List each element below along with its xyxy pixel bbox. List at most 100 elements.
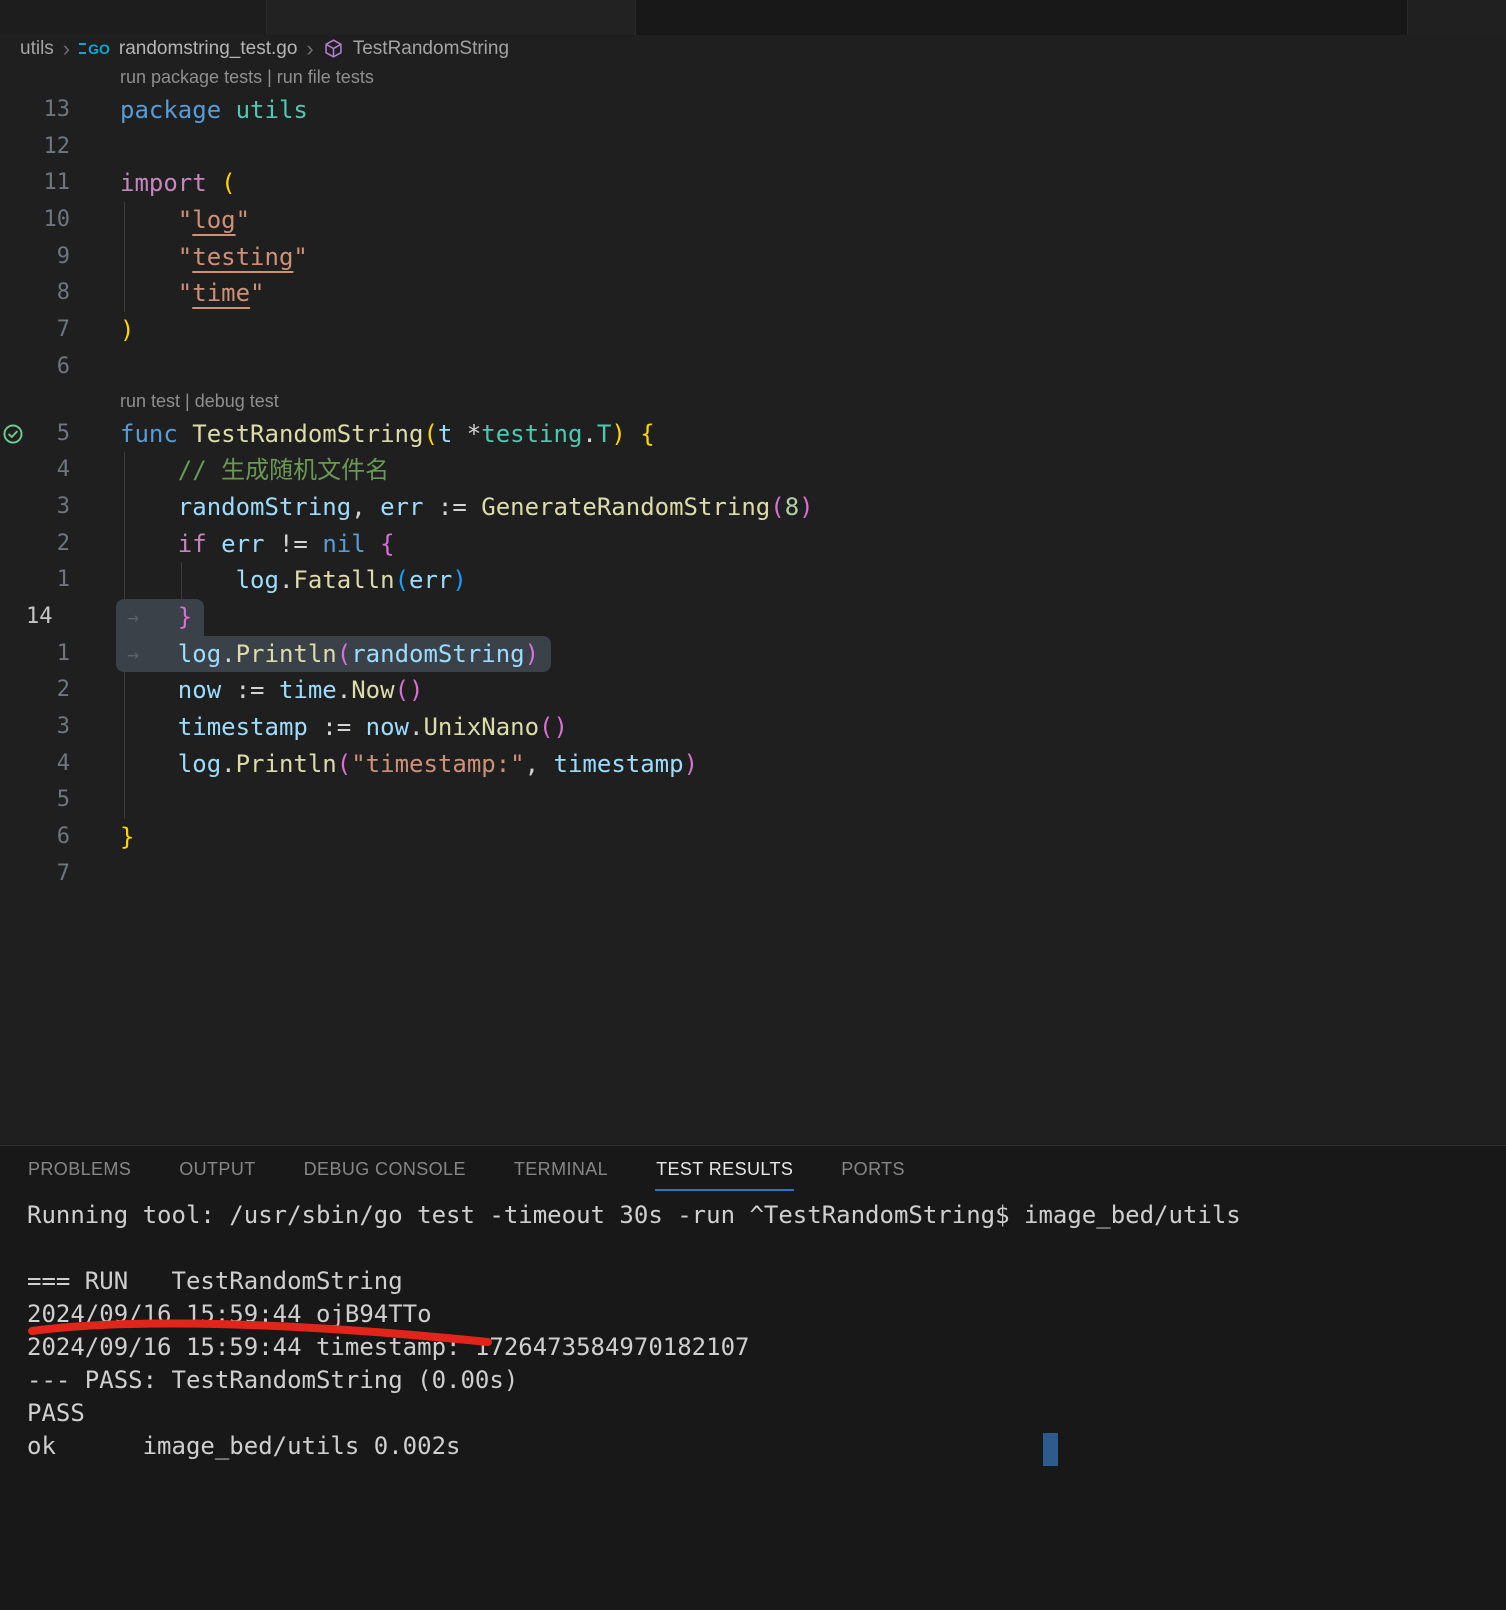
code-token: ( [221,169,235,197]
line-number[interactable]: 2 [26,526,70,563]
line-number[interactable]: 2 [26,672,70,709]
output-line: --- PASS: TestRandomString (0.00s) [27,1364,1506,1397]
code-content[interactable]: func TestRandomString(t *testing.T) { [70,416,1506,453]
code-token: ( [395,676,409,704]
line-number[interactable]: 14 [26,599,70,636]
code-content[interactable]: "time" [70,275,1506,312]
code-token: ) [120,316,134,344]
editor-tab-active[interactable] [267,0,636,35]
line-number[interactable]: 7 [26,312,70,349]
editor[interactable]: run package tests | run file tests13pack… [0,62,1506,1145]
code-content[interactable]: } [70,819,1506,856]
code-token: timestamp [554,750,684,778]
code-token: time [192,279,250,307]
gutter: 13 [0,92,70,129]
line-number[interactable]: 6 [26,819,70,856]
line-number[interactable]: 7 [26,856,70,893]
code-token: t [438,420,452,448]
code-token: := [423,493,481,521]
breadcrumb-file[interactable]: randomstring_test.go [119,38,298,60]
codelens-link[interactable]: run file tests [277,67,374,87]
code-token: import [120,169,207,197]
code-token: err [409,566,452,594]
codelens-link[interactable]: run test [120,391,180,411]
code-content[interactable]: randomString, err := GenerateRandomStrin… [70,489,1506,526]
chevron-right-icon: › [63,39,70,59]
codelens-link[interactable]: run package tests [120,67,262,87]
gutter: 6 [0,349,70,386]
line-number[interactable]: 11 [26,165,70,202]
line-number[interactable]: 9 [26,239,70,276]
code-content[interactable]: log.Println("timestamp:", timestamp) [70,746,1506,783]
code-token: . [337,676,351,704]
line-number[interactable]: 10 [26,202,70,239]
code-content[interactable] [70,856,1506,893]
gutter: 3 [0,489,70,526]
line-number[interactable]: 3 [26,489,70,526]
code-token: now [366,713,409,741]
panel-tab-debug-console[interactable]: DEBUG CONSOLE [303,1149,467,1191]
code-token: " [178,279,192,307]
code-token: ( [337,640,351,668]
editor-tab-inactive[interactable] [0,0,267,35]
gutter: 4 [0,746,70,783]
line-number[interactable]: 1 [26,636,70,673]
codelens-link[interactable]: debug test [195,391,279,411]
code-token: } [120,823,134,851]
panel-tab-ports[interactable]: PORTS [840,1149,906,1191]
code-content[interactable]: if err != nil { [70,526,1506,563]
panel-tab-test-results[interactable]: TEST RESULTS [655,1149,794,1191]
code-content[interactable]: → } [70,599,1506,636]
code-line: 6 [0,349,1506,386]
line-number[interactable]: 8 [26,275,70,312]
code-content[interactable]: package utils [70,92,1506,129]
code-content[interactable]: ) [70,312,1506,349]
code-content[interactable]: // 生成随机文件名 [70,452,1506,489]
tab-whitespace-arrow: → [127,599,139,636]
code-token: ( [539,713,553,741]
code-token: { [380,530,394,558]
breadcrumb-folder[interactable]: utils [20,38,54,60]
code-token: ( [337,750,351,778]
code-token: ( [395,566,409,594]
line-number[interactable]: 3 [26,709,70,746]
code-token: log [178,750,221,778]
code-content[interactable]: "testing" [70,239,1506,276]
code-content[interactable] [70,349,1506,386]
code-token: ) [611,420,625,448]
code-token [366,530,380,558]
gutter-icon-slot [0,636,26,673]
line-number[interactable]: 5 [26,782,70,819]
line-number[interactable]: 12 [26,129,70,166]
panel-tab-problems[interactable]: PROBLEMS [27,1149,132,1191]
symbol-cube-icon [323,38,344,59]
output-line: 2024/09/16 15:59:44 ojB94TTo [27,1298,1506,1331]
code-content[interactable]: log.Fatalln(err) [70,562,1506,599]
code-token: err [221,530,264,558]
code-content[interactable]: → log.Println(randomString) [70,636,1506,673]
line-number[interactable]: 13 [26,92,70,129]
panel-tabs: PROBLEMS OUTPUT DEBUG CONSOLE TERMINAL TEST … [0,1146,1506,1191]
code-content[interactable]: timestamp := now.UnixNano() [70,709,1506,746]
line-number[interactable]: 4 [26,746,70,783]
breadcrumb-symbol[interactable]: TestRandomString [353,38,509,60]
panel-tab-terminal[interactable]: TERMINAL [513,1149,609,1191]
gutter: 5 [0,782,70,819]
code-content[interactable]: "log" [70,202,1506,239]
line-number[interactable]: 1 [26,562,70,599]
gutter-icon-slot [0,239,26,276]
code-line: 3 randomString, err := GenerateRandomStr… [0,489,1506,526]
code-token [207,530,221,558]
test-pass-icon[interactable] [0,416,26,453]
code-content[interactable] [70,782,1506,819]
line-number[interactable]: 5 [26,416,70,453]
code-content[interactable]: import ( [70,165,1506,202]
code-content[interactable]: now := time.Now() [70,672,1506,709]
panel-tab-output[interactable]: OUTPUT [178,1149,256,1191]
code-text: } [120,819,134,856]
code-content[interactable] [70,129,1506,166]
gutter-icon-slot [0,452,26,489]
line-number[interactable]: 6 [26,349,70,386]
gutter-icon-slot [0,489,26,526]
line-number[interactable]: 4 [26,452,70,489]
